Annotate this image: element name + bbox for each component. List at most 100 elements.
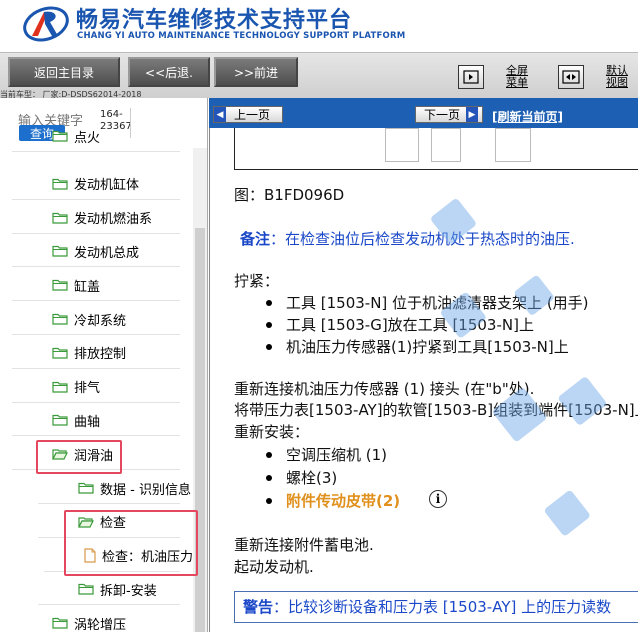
tree-folder-item[interactable]: 涡轮增压 [52,611,126,632]
sidebar-tree: 输入关键字 查询 164- 23367 点火发动机缸体发动机燃油系 发动机总成缸盖… [0,98,208,632]
folder-icon [52,245,74,257]
app-header: 畅易汽车维修技术支持平台 CHANG YI AUTO MAINTENANCE T… [0,0,638,52]
reinstall-title: 重新安装： [234,423,310,441]
default-view-label[interactable]: 默认 视图 [606,65,628,89]
tree-item-label: 点火 [74,130,101,146]
bullet [266,322,272,328]
tree-item-label: 发动机总成 [74,245,140,261]
tree-row-divider [38,503,180,504]
default-view-icon[interactable] [558,65,584,89]
bullet [266,475,272,481]
warning-box: 警告：比较诊断设备和压力表 [1503-AY] 上的压力读数 [234,591,638,623]
reinstall-item-1: 空调压缩机 (1) [286,446,388,464]
tighten-item-1: 工具 [1503-N] 位于机油滤清器支架上 (用手) [286,294,589,312]
figure-detail [385,128,419,162]
tree-row-divider [12,266,180,268]
tree-item-label: 冷却系统 [74,313,127,329]
bullet [266,300,272,306]
tree-folder-item[interactable]: 曲轴 [52,408,100,432]
tree-row-divider [12,198,180,200]
bullet [266,498,272,504]
refresh-page-link[interactable]: [刷新当前页] [492,108,563,125]
search-value-line2: 23367 [100,121,132,132]
figure-detail [495,128,531,162]
tree-item-label: 排放控制 [74,347,127,363]
tree-item-label: 曲轴 [74,414,101,430]
note-paragraph: 备注：在检查油位后检查发动机处于热态时的油压. [240,230,575,248]
folder-icon [52,617,74,629]
reinstall-item-2: 螺栓(3) [286,469,338,487]
highlight-box-lubrication [36,440,122,474]
note-text: ：在检查油位后检查发动机处于热态时的油压. [270,230,575,248]
folder-icon [52,212,74,224]
right-arrow-icon: ▶ [466,107,479,122]
platform-subtitle: CHANG YI AUTO MAINTENANCE TECHNOLOGY SUP… [77,31,406,41]
forward-button[interactable]: >>前进 [214,57,298,87]
tree-row-divider [12,151,180,152]
tree-folder-item[interactable]: 发动机缸体 [52,172,139,196]
document-content: 图：B1FD096D 备注：在检查油位后检查发动机处于热态时的油压. 拧紧： 工… [209,128,638,632]
info-icon[interactable]: i [429,490,447,508]
tree-folder-item[interactable]: 点火 [52,124,100,148]
tree-folder-item[interactable]: 数据 - 识别信息 [78,476,191,500]
tree-item-label: 排气 [74,381,101,397]
tree-item-label: 缸盖 [74,279,101,295]
back-button[interactable]: <<后退. [128,57,210,87]
reconnect-sensor-line: 重新连接机油压力传感器 (1) 接头 (在"b"处). [234,380,535,398]
folder-icon [78,583,100,595]
note-label: 备注 [240,230,271,248]
tree-folder-item[interactable]: 排放控制 [52,341,126,365]
folder-icon [52,313,74,325]
back-to-main-button[interactable]: 返回主目录 [8,57,120,87]
tree-row-divider [12,401,180,403]
folder-icon [78,482,100,494]
logo-icon [23,6,69,42]
reconnect-battery-line: 重新连接附件蓄电池. [234,536,374,554]
folder-icon [52,130,74,142]
warning-label: 警告 [243,598,274,616]
warning-paragraph: 警告：比较诊断设备和压力表 [1503-AY] 上的压力读数 [243,598,611,616]
tree-row-divider [12,300,180,302]
search-area: 输入关键字 查询 164- 23367 [0,98,207,148]
search-divider [130,108,131,138]
next-page-button[interactable]: 下一页 ▶ [415,106,483,123]
bullet [266,452,272,458]
tighten-item-3: 机油压力传感器(1)拧紧到工具[1503-N]上 [286,338,569,356]
folder-icon [52,279,74,291]
folder-icon [52,178,74,190]
tree-item-label: 涡轮增压 [74,617,127,632]
tree-item-label: 数据 - 识别信息 [100,482,191,498]
figure-detail [431,128,461,162]
tree-folder-item[interactable]: 拆卸-安装 [78,577,157,601]
accessory-belt-link[interactable]: 附件传动皮带(2) [286,492,400,510]
fullscreen-menu-label[interactable]: 全屏 菜单 [506,65,528,89]
highlight-box-inspection [64,510,198,576]
bullet [266,344,272,350]
tree-item-label: 拆卸-安装 [100,583,157,599]
tree-row-divider [12,334,180,335]
tree-folder-item[interactable]: 排气 [52,375,100,399]
figure-image [234,128,638,170]
tighten-item-2: 工具 [1503-G]放在工具 [1503-N]上 [286,316,534,334]
folder-icon [52,381,74,393]
start-engine-line: 起动发动机. [234,558,314,576]
tighten-title: 拧紧： [234,272,280,290]
warning-text: ：比较诊断设备和压力表 [1503-AY] 上的压力读数 [273,598,612,616]
tree-folder-item[interactable]: 冷却系统 [52,307,126,331]
tree-folder-item[interactable]: 缸盖 [52,273,100,297]
folder-icon [52,347,74,359]
tree-item-label: 发动机燃油系 [74,212,153,228]
prev-page-button[interactable]: ◀ 上一页 [213,106,283,123]
fullscreen-menu-icon[interactable] [458,65,484,89]
hose-assembly-line: 将带压力表[1503-AY]的软管[1503-B]组装到端件[1503-N]上 [234,401,638,419]
tree-folder-item[interactable]: 发动机总成 [52,239,139,263]
tree-row-divider [12,435,180,437]
folder-icon [52,414,74,426]
tree-item-label: 发动机缸体 [74,178,140,194]
tree-folder-item[interactable]: 发动机燃油系 [52,206,152,230]
platform-title: 畅易汽车维修技术支持平台 [76,8,353,33]
content-nav-bar: ◀ 上一页 下一页 ▶ [刷新当前页] [209,98,638,128]
tree-row-divider [12,367,180,369]
figure-caption: 图：B1FD096D [234,186,345,204]
search-value: 164- [100,109,123,120]
